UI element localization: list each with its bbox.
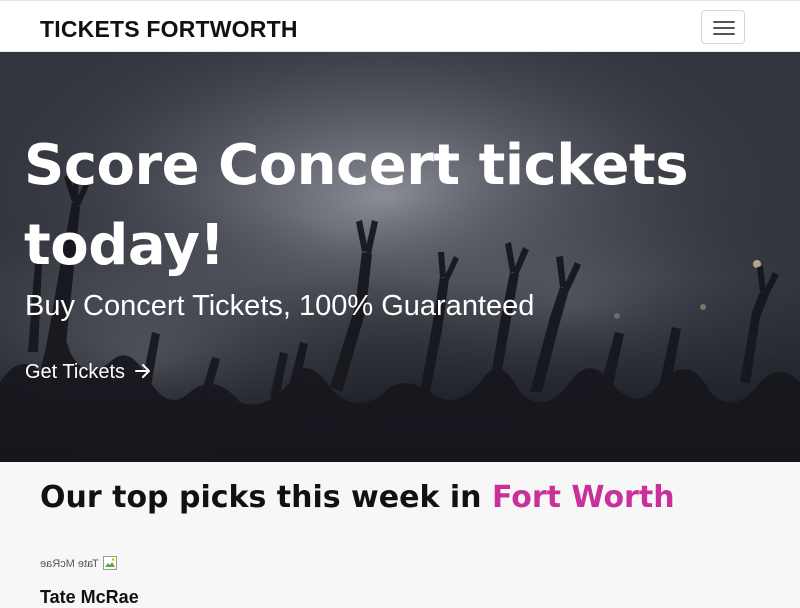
top-picks-section: Our top picks this week in Fort Worth Ta… bbox=[0, 462, 800, 607]
event-image[interactable]: Tate McRae bbox=[40, 555, 130, 575]
arrow-right-icon bbox=[135, 363, 151, 378]
hero-title: Score Concert tickets today! bbox=[24, 133, 689, 278]
top-picks-city[interactable]: Fort Worth bbox=[492, 480, 675, 515]
top-picks-heading-prefix: Our top picks this week in bbox=[40, 480, 482, 515]
hero-section: Score Concert tickets today! Buy Concert… bbox=[0, 52, 800, 462]
menu-toggle-button[interactable] bbox=[701, 10, 745, 44]
get-tickets-link[interactable]: Get Tickets bbox=[25, 359, 153, 385]
brand-logo-link[interactable]: TICKETS FORTWORTH bbox=[40, 15, 298, 43]
navbar: TICKETS FORTWORTH bbox=[0, 0, 800, 52]
top-picks-heading: Our top picks this week in Fort Worth bbox=[40, 478, 675, 518]
hamburger-menu-icon bbox=[713, 21, 735, 35]
hero-subtitle: Buy Concert Tickets, 100% Guaranteed bbox=[25, 290, 535, 322]
event-name[interactable]: Tate McRae bbox=[40, 586, 139, 608]
get-tickets-label: Get Tickets bbox=[25, 361, 126, 383]
event-image-alt-text: Tate McRae bbox=[40, 558, 99, 570]
broken-image-icon bbox=[103, 556, 117, 570]
